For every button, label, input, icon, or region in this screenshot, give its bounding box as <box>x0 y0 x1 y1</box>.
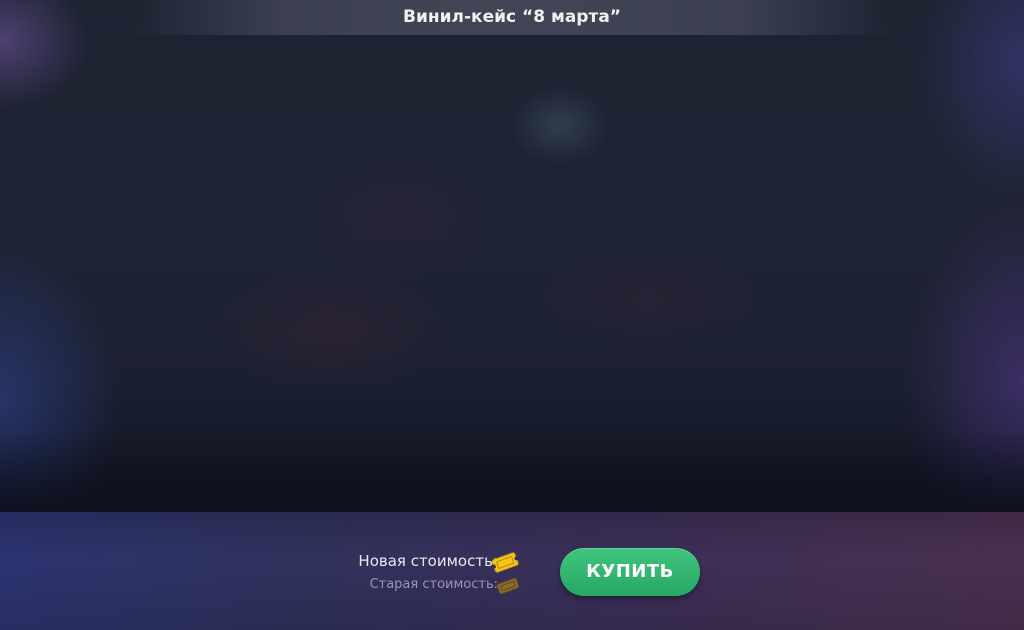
old-ticket-icon <box>496 577 520 599</box>
preview-fade <box>0 430 1024 512</box>
old-price-label: Старая стоимость: <box>369 577 498 592</box>
price-block: Новая стоимость: Старая стоимость: <box>300 548 520 598</box>
buy-button[interactable]: КУПИТЬ <box>560 548 700 596</box>
ticket-icon <box>490 550 520 578</box>
dialog-title: Винил-кейс “8 марта” <box>403 7 621 27</box>
new-price-label: Новая стоимость: <box>358 552 498 570</box>
case-preview-dialog: Винил-кейс “8 марта” Новая стоимость: Ст… <box>0 0 1024 630</box>
